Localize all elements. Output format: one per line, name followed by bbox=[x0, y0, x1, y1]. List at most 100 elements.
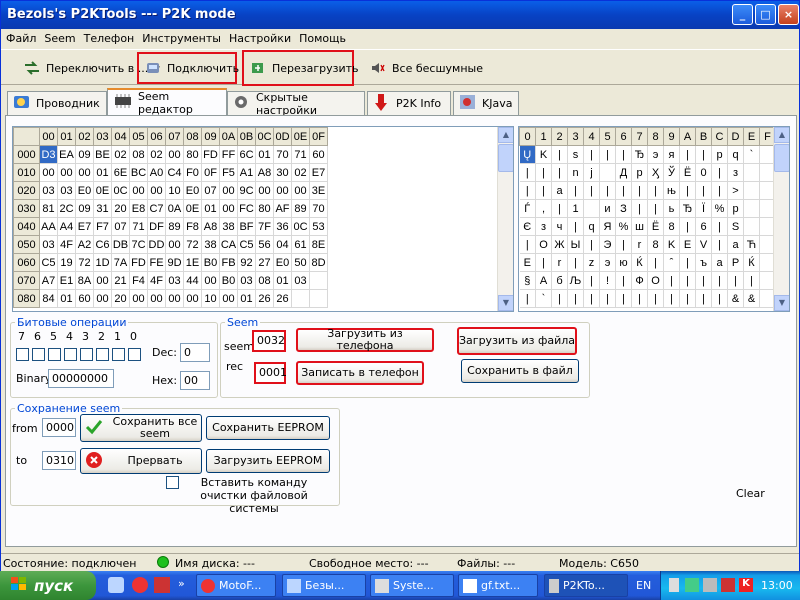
char-cell[interactable]: 0 bbox=[695, 163, 712, 182]
char-cell[interactable]: | bbox=[583, 145, 600, 164]
menu-settings[interactable]: Настройки bbox=[224, 29, 294, 45]
hex-cell[interactable]: FD bbox=[129, 253, 148, 272]
hex-cell[interactable]: AF bbox=[273, 199, 292, 218]
start-button[interactable]: пуск bbox=[0, 571, 96, 600]
hex-cell[interactable]: 7C bbox=[129, 235, 148, 254]
hex-cell[interactable]: FD bbox=[201, 145, 220, 164]
char-cell[interactable]: | bbox=[583, 235, 600, 254]
char-cell[interactable]: | bbox=[615, 145, 632, 164]
hex-cell[interactable]: 84 bbox=[39, 289, 58, 308]
hex-cell[interactable]: 04 bbox=[273, 235, 292, 254]
quicklaunch-icon[interactable] bbox=[108, 577, 124, 593]
char-cell[interactable]: | bbox=[535, 181, 552, 200]
menu-tools[interactable]: Инструменты bbox=[137, 29, 224, 45]
char-cell[interactable]: ъ bbox=[695, 253, 712, 272]
char-cell[interactable]: | bbox=[519, 289, 536, 308]
hex-cell[interactable]: EA bbox=[57, 145, 76, 164]
char-cell[interactable]: | bbox=[551, 145, 568, 164]
char-cell[interactable]: | bbox=[647, 253, 664, 272]
char-cell[interactable]: | bbox=[711, 163, 728, 182]
hex-cell[interactable]: 00 bbox=[147, 289, 166, 308]
hex-cell[interactable]: 00 bbox=[39, 163, 58, 182]
char-cell[interactable] bbox=[743, 217, 760, 236]
hex-cell[interactable]: A8 bbox=[255, 163, 274, 182]
hex-cell[interactable]: 00 bbox=[75, 163, 94, 182]
hex-cell[interactable]: 01 bbox=[273, 271, 292, 290]
char-cell[interactable]: Ж bbox=[551, 235, 568, 254]
char-cell[interactable]: , bbox=[535, 199, 552, 218]
hex-cell[interactable]: 7A bbox=[111, 253, 130, 272]
expand-chevron-icon[interactable]: » bbox=[178, 577, 185, 590]
hex-cell[interactable]: C7 bbox=[147, 199, 166, 218]
hex-cell[interactable]: 00 bbox=[219, 181, 238, 200]
char-cell[interactable]: Э bbox=[599, 235, 616, 254]
hex-cell[interactable]: 70 bbox=[309, 199, 328, 218]
pdf-icon[interactable] bbox=[154, 577, 170, 593]
write-to-phone-button[interactable]: Записать в телефон bbox=[296, 361, 424, 385]
close-button[interactable]: × bbox=[778, 4, 799, 25]
hex-cell[interactable]: 36 bbox=[273, 217, 292, 236]
char-cell[interactable]: | bbox=[711, 289, 728, 308]
hex-cell[interactable]: 01 bbox=[57, 289, 76, 308]
hex-cell[interactable]: E8 bbox=[129, 199, 148, 218]
char-cell[interactable] bbox=[743, 163, 760, 182]
char-cell[interactable]: ю bbox=[615, 253, 632, 272]
char-cell[interactable]: њ bbox=[663, 181, 680, 200]
hex-cell[interactable]: 02 bbox=[111, 145, 130, 164]
hex-cell[interactable]: 2C bbox=[57, 199, 76, 218]
connect-button[interactable]: Подключить bbox=[137, 52, 239, 84]
title-bar[interactable]: Bezols's P2KTools --- P2K mode _ □ × bbox=[1, 1, 799, 29]
hex-cell[interactable]: 8E bbox=[309, 235, 328, 254]
char-cell[interactable]: | bbox=[679, 217, 696, 236]
menu-seem[interactable]: Seem bbox=[39, 29, 78, 45]
char-cell[interactable]: | bbox=[663, 289, 680, 308]
char-cell[interactable]: ч bbox=[551, 217, 568, 236]
load-eeprom-button[interactable]: Загрузить EEPROM bbox=[206, 449, 330, 473]
char-cell[interactable]: & bbox=[727, 289, 744, 308]
hex-cell[interactable]: 03 bbox=[39, 235, 58, 254]
hex-cell[interactable]: E0 bbox=[75, 181, 94, 200]
hex-cell[interactable]: B0 bbox=[219, 271, 238, 290]
rec-number-input[interactable]: 0001 bbox=[254, 362, 287, 384]
char-cell[interactable]: | bbox=[535, 253, 552, 272]
char-cell[interactable]: | bbox=[695, 181, 712, 200]
hex-cell[interactable]: 03 bbox=[291, 271, 310, 290]
task-motof[interactable]: MotoF... bbox=[196, 574, 276, 597]
char-cell[interactable]: Д bbox=[615, 163, 632, 182]
to-input[interactable]: 0310 bbox=[42, 451, 76, 470]
save-eeprom-button[interactable]: Сохранить EEPROM bbox=[206, 416, 330, 440]
hex-cell[interactable]: E1 bbox=[57, 271, 76, 290]
hex-cell[interactable]: 00 bbox=[93, 271, 112, 290]
char-cell[interactable]: q bbox=[583, 217, 600, 236]
char-cell[interactable]: Љ bbox=[567, 271, 584, 290]
hex-cell[interactable]: C5 bbox=[237, 235, 256, 254]
hex-cell[interactable]: 00 bbox=[93, 289, 112, 308]
char-cell[interactable]: Ф bbox=[631, 271, 648, 290]
hex-cell[interactable]: 00 bbox=[165, 235, 184, 254]
char-cell[interactable]: & bbox=[743, 289, 760, 308]
hex-cell[interactable]: 71 bbox=[129, 217, 148, 236]
hex-cell[interactable]: D3 bbox=[39, 145, 58, 164]
char-cell[interactable]: | bbox=[727, 271, 744, 290]
hex-cell[interactable]: F7 bbox=[93, 217, 112, 236]
bit-checkbox[interactable] bbox=[112, 348, 125, 361]
hex-cell[interactable]: FB bbox=[219, 253, 238, 272]
hex-scrollbar[interactable]: ▲ ▼ bbox=[497, 127, 513, 311]
hex-cell[interactable]: 00 bbox=[219, 199, 238, 218]
hex-cell[interactable]: F4 bbox=[129, 271, 148, 290]
char-cell[interactable]: р bbox=[727, 199, 744, 218]
task-system[interactable]: Syste... bbox=[370, 574, 454, 597]
hex-cell[interactable]: 61 bbox=[291, 235, 310, 254]
char-cell[interactable]: ` bbox=[535, 289, 552, 308]
hex-cell[interactable]: 01 bbox=[201, 199, 220, 218]
hex-cell[interactable]: DB bbox=[111, 235, 130, 254]
hex-cell[interactable]: E7 bbox=[309, 163, 328, 182]
char-grid[interactable]: 0 1 2 3 4 5 6 7 8 9 A B C D E F Ų K | s | | | Ђэ я | | p q ` | | | n j Др Ӽ Ў… bbox=[518, 126, 790, 312]
hex-cell[interactable]: A0 bbox=[147, 163, 166, 182]
char-cell[interactable]: Ў bbox=[663, 163, 680, 182]
hex-cell[interactable]: 81 bbox=[39, 199, 58, 218]
char-scrollbar[interactable]: ▲ ▼ bbox=[773, 127, 789, 311]
hex-cell[interactable]: 00 bbox=[219, 289, 238, 308]
hex-cell[interactable]: E7 bbox=[75, 217, 94, 236]
hex-cell[interactable]: 1D bbox=[93, 253, 112, 272]
